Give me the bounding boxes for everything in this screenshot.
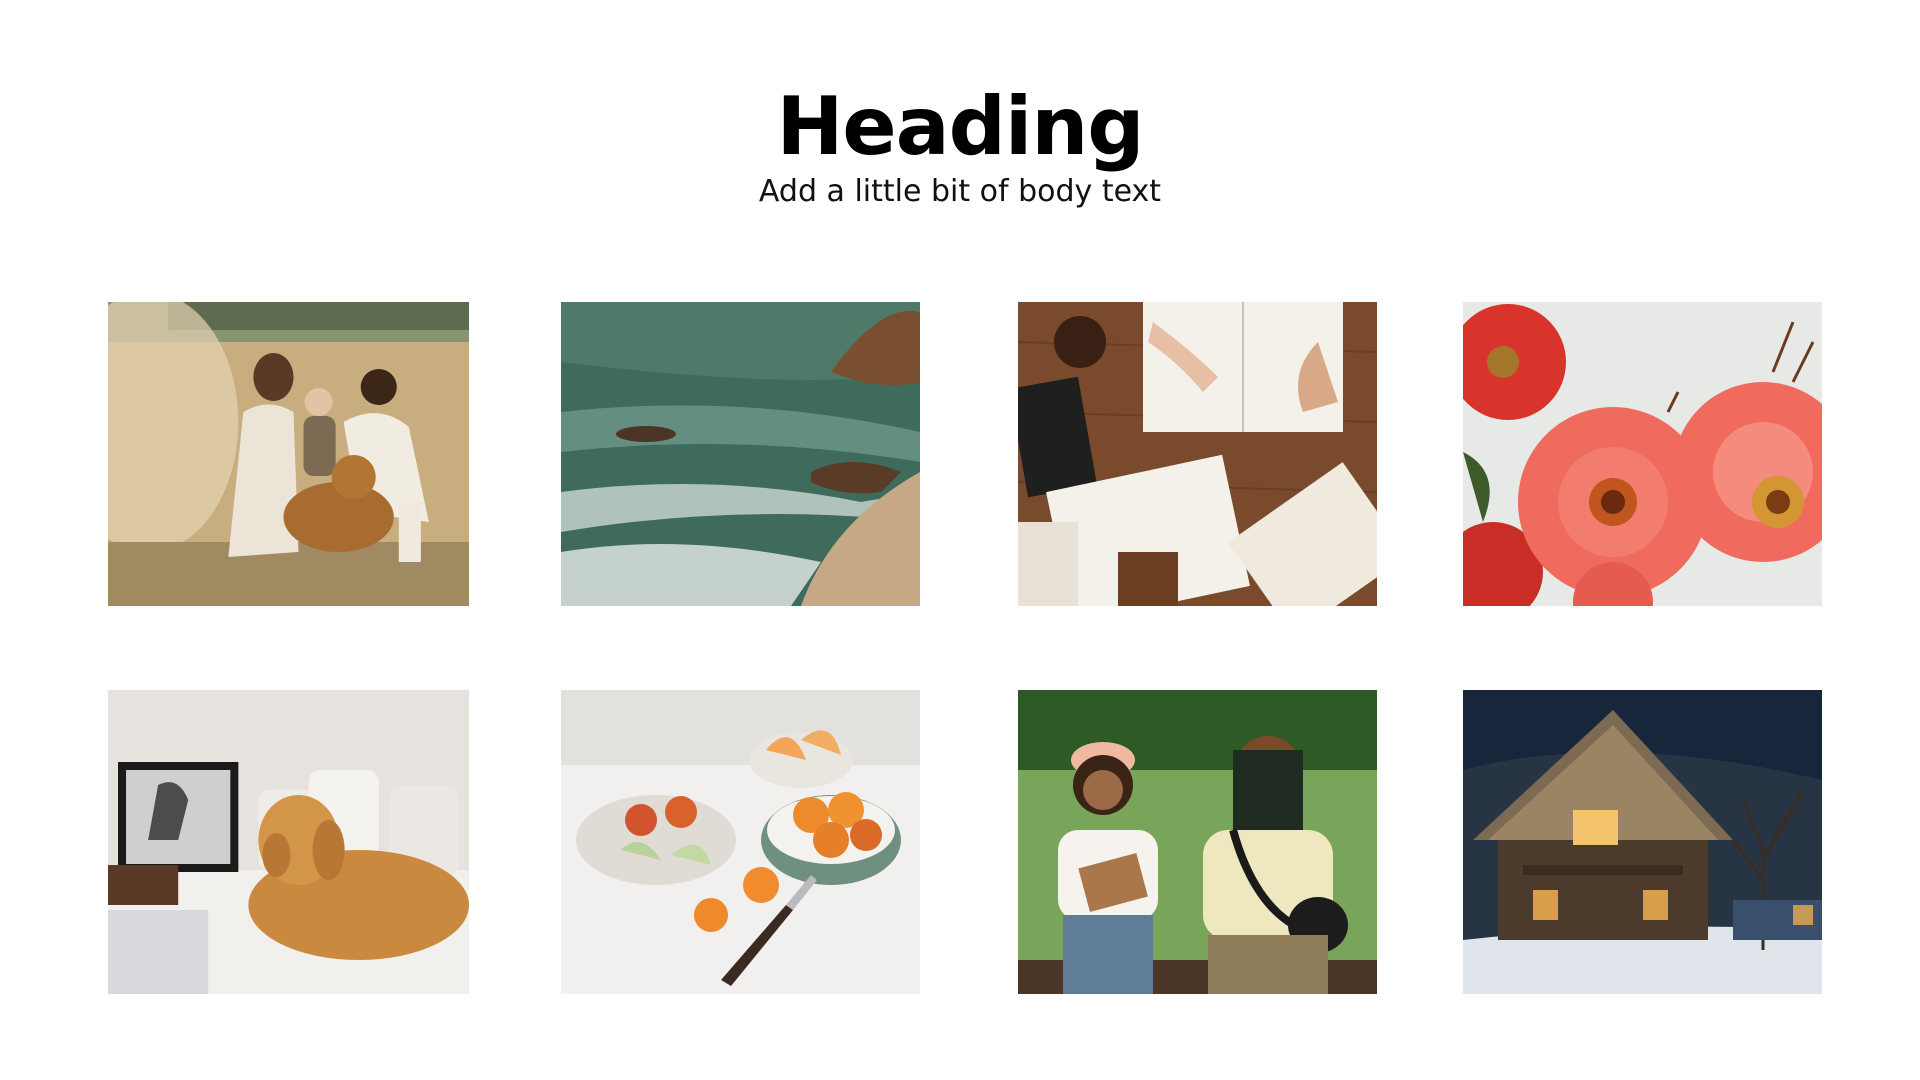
gallery-image-friends-reading	[1018, 690, 1377, 994]
fruit-table-photo-icon	[561, 690, 920, 994]
page-subtitle: Add a little bit of body text	[758, 174, 1162, 209]
zinnia-flowers-photo-icon	[1463, 302, 1822, 606]
gallery-image-family-dog	[108, 302, 469, 606]
books-table-photo-icon	[1018, 302, 1377, 606]
gallery-image-zinnias	[1463, 302, 1822, 606]
gallery-image-fruit-table	[561, 690, 920, 994]
gallery-image-books-table	[1018, 302, 1377, 606]
cabin-night-photo-icon	[1463, 690, 1822, 994]
gallery-image-cabin-night	[1463, 690, 1822, 994]
gallery-image-ocean-shore	[561, 302, 920, 606]
friends-reading-photo-icon	[1018, 690, 1377, 994]
gallery-image-retriever-bed	[108, 690, 469, 994]
family-dog-photo-icon	[108, 302, 469, 606]
ocean-shore-photo-icon	[561, 302, 920, 606]
page-heading: Heading	[776, 80, 1144, 173]
retriever-bed-photo-icon	[108, 690, 469, 994]
